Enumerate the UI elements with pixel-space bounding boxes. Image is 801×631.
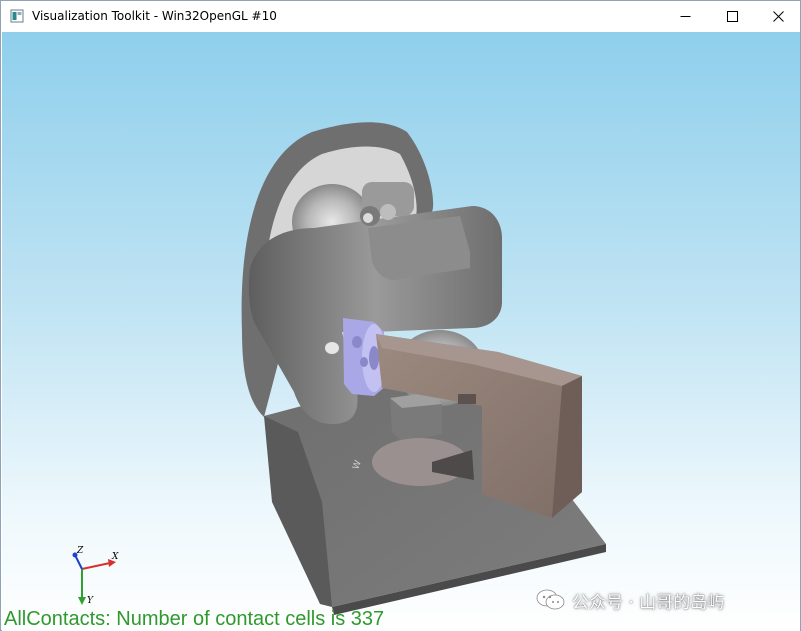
window-title: Visualization Toolkit - Win32OpenGL #10 <box>32 9 277 23</box>
y-axis-label: Y <box>87 596 94 606</box>
application-window: Visualization Toolkit - Win32OpenGL #10 <box>0 0 801 631</box>
watermark: 公众号 · 山哥的岛屿 <box>536 587 724 613</box>
y-axis-arrow <box>78 597 86 605</box>
orientation-axes: X Y Z <box>72 546 119 606</box>
x-axis-label: X <box>111 552 119 562</box>
contact-count-status: AllContacts: Number of contact cells is … <box>4 608 385 630</box>
wechat-icon <box>536 589 565 610</box>
title-bar[interactable]: Visualization Toolkit - Win32OpenGL #10 <box>1 1 800 32</box>
maximize-button[interactable] <box>709 1 755 32</box>
small-cube <box>390 392 442 442</box>
close-icon <box>772 11 784 22</box>
x-axis-line <box>81 562 111 570</box>
maximize-icon <box>726 11 738 22</box>
arm-highlight <box>325 342 339 354</box>
watermark-text: 公众号 · 山哥的岛屿 <box>572 592 725 613</box>
close-button[interactable] <box>755 1 801 32</box>
minimize-button[interactable] <box>662 1 708 32</box>
minimize-icon <box>680 16 690 17</box>
z-axis-line <box>75 556 83 570</box>
render-viewport[interactable]: W X Y Z 公众号 · 山哥的岛屿 AllContacts: Number … <box>2 32 800 631</box>
z-axis-label: Z <box>76 546 84 556</box>
3d-model-scene: W <box>241 122 606 615</box>
window-app-icon <box>10 9 24 23</box>
